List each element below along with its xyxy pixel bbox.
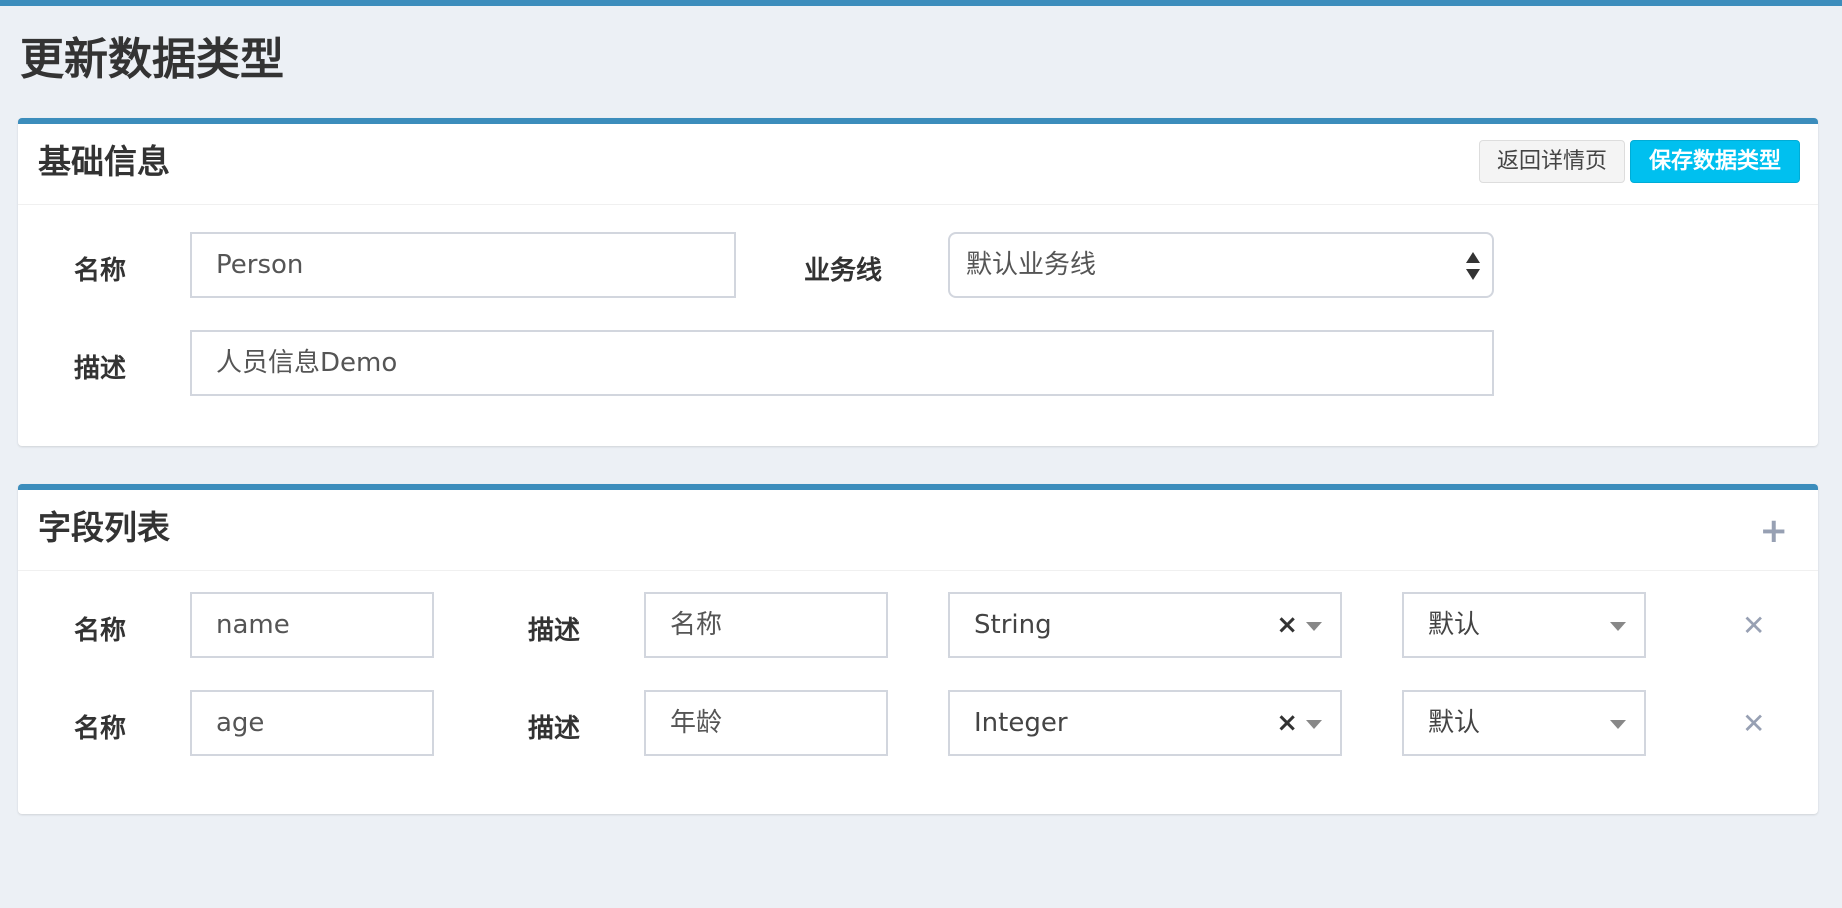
save-datatype-button[interactable]: 保存数据类型 <box>1630 140 1800 183</box>
remove-field-icon[interactable]: ✕ <box>1742 612 1765 640</box>
description-label: 描述 <box>74 354 127 384</box>
field-default-select[interactable]: 默认 <box>1402 690 1646 756</box>
remove-field-icon[interactable]: ✕ <box>1742 710 1765 738</box>
field-default-select[interactable]: 默认 <box>1402 592 1646 658</box>
field-desc-input[interactable]: 名称 <box>644 592 888 658</box>
field-type-select[interactable]: Integer × <box>948 690 1342 756</box>
caret-down-icon <box>1610 622 1626 631</box>
field-name-input[interactable]: age <box>190 690 434 756</box>
field-desc-label: 描述 <box>528 714 581 744</box>
business-line-label: 业务线 <box>804 256 883 286</box>
field-desc-input[interactable]: 年龄 <box>644 690 888 756</box>
basic-info-title: 基础信息 <box>38 142 170 181</box>
field-default-value: 默认 <box>1428 610 1481 640</box>
field-name-label: 名称 <box>74 714 127 744</box>
name-label: 名称 <box>74 256 127 286</box>
field-name-input[interactable]: name <box>190 592 434 658</box>
caret-down-icon <box>1306 622 1322 631</box>
caret-down-icon <box>1306 720 1322 729</box>
field-list-title: 字段列表 <box>38 508 170 547</box>
field-list-box: 字段列表 + 名称 name 描述 名称 String × 默认 ✕ 名称 ag… <box>18 484 1818 814</box>
basic-info-header: 基础信息 返回详情页 保存数据类型 <box>18 124 1818 205</box>
business-line-select[interactable]: 默认业务线 <box>948 232 1494 298</box>
field-default-value: 默认 <box>1428 708 1481 738</box>
basic-info-box: 基础信息 返回详情页 保存数据类型 名称 Person 业务线 默认业务线 描述… <box>18 118 1818 446</box>
field-name-label: 名称 <box>74 616 127 646</box>
field-type-select[interactable]: String × <box>948 592 1342 658</box>
select-updown-icon <box>1466 252 1480 280</box>
name-input[interactable]: Person <box>190 232 736 298</box>
back-to-detail-button[interactable]: 返回详情页 <box>1479 140 1625 183</box>
field-type-value: String <box>974 610 1052 640</box>
clear-icon[interactable]: × <box>1276 594 1298 656</box>
field-type-value: Integer <box>974 708 1068 738</box>
business-line-value: 默认业务线 <box>966 250 1097 280</box>
field-desc-label: 描述 <box>528 616 581 646</box>
plus-icon[interactable]: + <box>1760 514 1789 548</box>
page-title: 更新数据类型 <box>20 34 284 85</box>
caret-down-icon <box>1610 720 1626 729</box>
clear-icon[interactable]: × <box>1276 692 1298 754</box>
field-list-header: 字段列表 + <box>18 490 1818 571</box>
description-input[interactable]: 人员信息Demo <box>190 330 1494 396</box>
